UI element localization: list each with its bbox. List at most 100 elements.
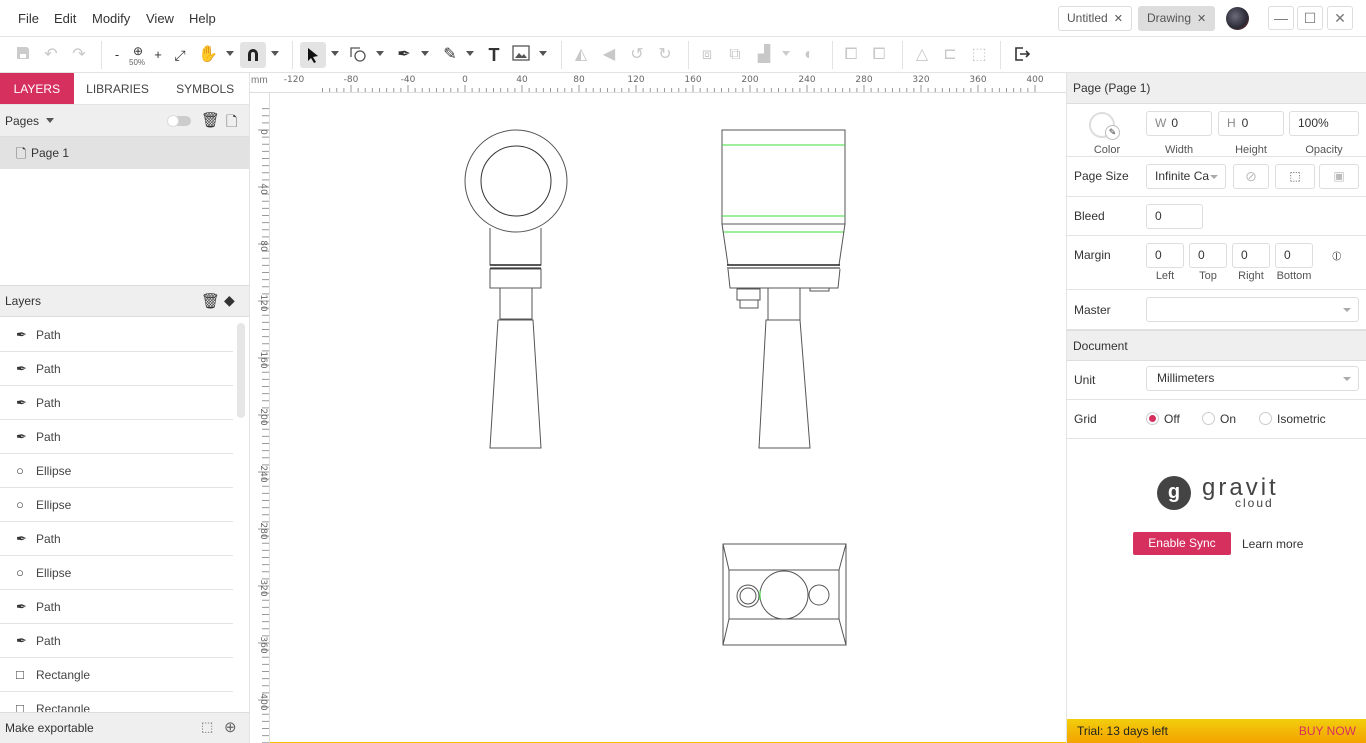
layers-scrollbar[interactable] [237, 323, 245, 418]
user-avatar[interactable] [1226, 7, 1249, 30]
send-backward-icon[interactable]: ⧠ [870, 45, 888, 65]
margin-left-field[interactable]: 0 [1146, 243, 1184, 268]
learn-more-link[interactable]: Learn more [1242, 537, 1303, 551]
undo-icon[interactable]: ↶ [42, 45, 60, 65]
pointer-tool-icon[interactable] [300, 42, 326, 68]
layer-label: Rectangle [36, 702, 91, 712]
layer-item[interactable]: ✒ Path [0, 522, 233, 556]
doc-tab-drawing[interactable]: Drawing ✕ [1138, 6, 1216, 31]
margin-top-field[interactable]: 0 [1189, 243, 1227, 268]
page-props-row: ✎ Color W0 Width H0 Height 100% Opacity [1067, 104, 1366, 157]
group-icon[interactable]: ⧈ [698, 45, 716, 65]
opacity-field[interactable]: 100% [1289, 111, 1359, 136]
height-label: Height [1235, 144, 1267, 156]
hand-tool-icon[interactable]: ✋ [198, 45, 218, 65]
menu-modify[interactable]: Modify [92, 11, 130, 26]
layer-item[interactable]: □ Rectangle [0, 692, 233, 713]
front-view-drawing[interactable] [464, 129, 568, 449]
layer-item[interactable]: □ Rectangle [0, 658, 233, 692]
close-tab-icon[interactable]: ✕ [1197, 13, 1206, 25]
margin-right-label: Right [1238, 270, 1264, 282]
shape-tool-icon[interactable] [348, 45, 368, 65]
symbol-icon[interactable]: △ [913, 45, 931, 65]
left-panel: LAYERS LIBRARIES SYMBOLS Pages 🗑 🗋 🗋 Pag… [0, 73, 250, 743]
export-bar: Make exportable ⬚ ⊕ [0, 712, 249, 743]
pencil-dropdown-caret[interactable] [466, 51, 474, 56]
close-window-button[interactable]: ✕ [1327, 6, 1353, 30]
redo-icon[interactable]: ↷ [70, 45, 88, 65]
flip-horizontal-icon[interactable]: ◭ [572, 45, 590, 65]
unit-select[interactable]: Millimeters [1146, 366, 1359, 391]
maximize-button[interactable]: ☐ [1297, 6, 1323, 30]
side-view-drawing[interactable] [721, 129, 846, 449]
menu-file[interactable]: File [18, 11, 39, 26]
orientation-icon[interactable]: ⊘ [1233, 164, 1269, 189]
mask-icon[interactable]: ◐ [800, 45, 818, 65]
close-tab-icon[interactable]: ✕ [1114, 13, 1123, 25]
eyedropper-icon[interactable]: ✎ [1105, 125, 1120, 140]
layer-item[interactable]: ✒ Path [0, 352, 233, 386]
add-export-icon[interactable]: ⊕ [224, 718, 237, 736]
bring-forward-icon[interactable]: ⧠ [842, 45, 860, 65]
text-tool-icon[interactable]: T [484, 45, 504, 65]
top-view-drawing[interactable] [722, 543, 847, 646]
minimize-button[interactable]: — [1268, 6, 1294, 30]
drawing-canvas[interactable] [270, 93, 1066, 743]
boolean-icon[interactable]: ▟ [754, 45, 774, 65]
snap-magnet-icon[interactable] [240, 42, 266, 68]
doc-tab-untitled[interactable]: Untitled ✕ [1058, 6, 1132, 31]
export-settings-icon[interactable]: ⬚ [201, 719, 213, 735]
layer-item[interactable]: ○ Ellipse [0, 556, 233, 590]
margin-right-field[interactable]: 0 [1232, 243, 1270, 268]
pen-dropdown-caret[interactable] [421, 51, 429, 56]
enable-sync-button[interactable]: Enable Sync [1133, 532, 1231, 555]
fit-screen-icon[interactable]: ⤢ [170, 45, 190, 65]
rectangle-icon: □ [16, 701, 24, 713]
layer-item[interactable]: ✒ Path [0, 318, 233, 352]
layer-label: Path [36, 430, 61, 444]
grid-off-radio[interactable] [1146, 412, 1159, 425]
ungroup-icon[interactable]: ⧉ [726, 45, 744, 65]
grid-on-radio[interactable] [1202, 412, 1215, 425]
save-icon[interactable] [14, 45, 32, 65]
bleed-field[interactable]: 0 [1146, 204, 1203, 229]
layer-item[interactable]: ✒ Path [0, 386, 233, 420]
page-size-select[interactable]: Infinite Ca [1146, 164, 1226, 189]
menu-edit[interactable]: Edit [54, 11, 76, 26]
layer-item[interactable]: ○ Ellipse [0, 454, 233, 488]
menu-help[interactable]: Help [189, 11, 216, 26]
layer-item[interactable]: ✒ Path [0, 420, 233, 454]
fit-page-icon[interactable]: ⬚ [1275, 164, 1315, 189]
export-icon[interactable] [1012, 45, 1032, 65]
pointer-dropdown-caret[interactable] [331, 51, 339, 56]
rotate-right-icon[interactable]: ↻ [656, 45, 674, 65]
slice-icon[interactable]: ⬚ [969, 45, 989, 65]
layer-item[interactable]: ✒ Path [0, 624, 233, 658]
menu-view[interactable]: View [146, 11, 174, 26]
grid-isometric-radio[interactable] [1259, 412, 1272, 425]
pencil-tool-icon[interactable]: ✎ [440, 45, 460, 65]
rotate-left-icon[interactable]: ↺ [628, 45, 646, 65]
shape-dropdown-caret[interactable] [376, 51, 384, 56]
pen-tool-icon[interactable]: ✒ [394, 45, 414, 65]
path-ops-icon[interactable]: ⊏ [941, 45, 959, 65]
flip-vertical-icon[interactable]: ◀ [600, 45, 618, 65]
height-field[interactable]: H0 [1218, 111, 1284, 136]
hand-dropdown-caret[interactable] [226, 51, 234, 56]
buy-now-link[interactable]: BUY NOW [1299, 719, 1356, 743]
image-dropdown-caret[interactable] [539, 51, 547, 56]
center-page-icon[interactable]: ▣ [1319, 164, 1359, 189]
image-tool-icon[interactable] [511, 45, 531, 65]
layer-item[interactable]: ✒ Path [0, 590, 233, 624]
zoom-in-button[interactable]: + [152, 45, 164, 65]
zoom-out-button[interactable]: - [112, 45, 122, 65]
boolean-dropdown-caret[interactable] [782, 51, 790, 56]
document-section-title: Document [1067, 330, 1366, 361]
layer-item[interactable]: ○ Ellipse [0, 488, 233, 522]
margin-bottom-field[interactable]: 0 [1275, 243, 1313, 268]
link-margins-icon[interactable]: ⦶ [1332, 248, 1341, 264]
master-select[interactable] [1146, 297, 1359, 322]
snap-dropdown-caret[interactable] [271, 51, 279, 56]
make-exportable-label[interactable]: Make exportable [5, 721, 94, 735]
width-field[interactable]: W0 [1146, 111, 1212, 136]
